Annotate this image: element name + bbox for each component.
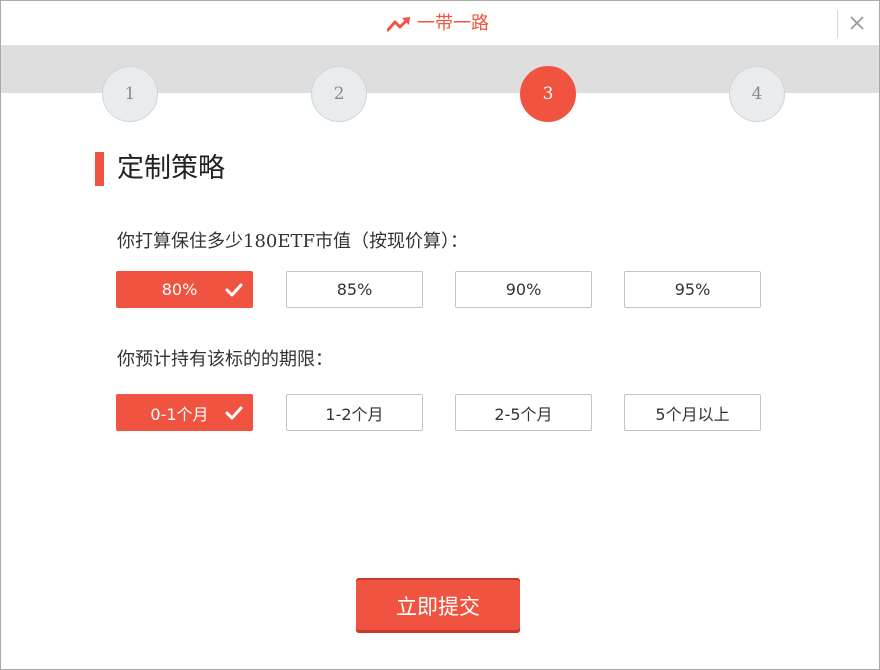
close-icon (850, 16, 864, 30)
option-label: 90% (505, 280, 542, 299)
option-label: 95% (674, 280, 711, 299)
title-separator (837, 10, 838, 38)
option-2-5-months[interactable]: 2-5个月 (455, 394, 592, 431)
option-label: 5个月以上 (655, 404, 730, 424)
section-accent-bar (95, 152, 104, 186)
question-holding-period: 你预计持有该标的的期限： (117, 349, 333, 370)
option-label: 1-2个月 (325, 404, 384, 424)
title-bar: 一带一路 (1, 1, 879, 46)
option-5-plus-months[interactable]: 5个月以上 (624, 394, 761, 431)
option-label: 0-1个月 (150, 404, 209, 424)
option-0-1-month[interactable]: 0-1个月 (116, 394, 253, 431)
step-3-active: 3 (520, 66, 576, 122)
step-4: 4 (729, 66, 785, 122)
dialog-window: 一带一路 1 2 3 4 定制策略 你打算保住多少180ETF市值（按现价算）：… (0, 0, 880, 670)
checkmark-icon (225, 406, 243, 420)
section-title: 定制策略 (117, 153, 225, 184)
option-80-percent[interactable]: 80% (116, 271, 253, 308)
title-group: 一带一路 (387, 11, 489, 37)
trend-up-icon (387, 17, 410, 32)
checkmark-icon (225, 283, 243, 297)
window-title: 一带一路 (417, 13, 489, 34)
close-button[interactable] (844, 9, 870, 37)
option-label: 2-5个月 (494, 404, 553, 424)
option-95-percent[interactable]: 95% (624, 271, 761, 308)
option-85-percent[interactable]: 85% (286, 271, 423, 308)
step-2: 2 (311, 66, 367, 122)
option-label: 80% (161, 280, 198, 299)
question-market-value: 你打算保住多少180ETF市值（按现价算）： (117, 231, 468, 252)
step-1: 1 (102, 66, 158, 122)
option-1-2-months[interactable]: 1-2个月 (286, 394, 423, 431)
option-90-percent[interactable]: 90% (455, 271, 592, 308)
submit-button[interactable]: 立即提交 (356, 578, 520, 633)
option-label: 85% (336, 280, 373, 299)
